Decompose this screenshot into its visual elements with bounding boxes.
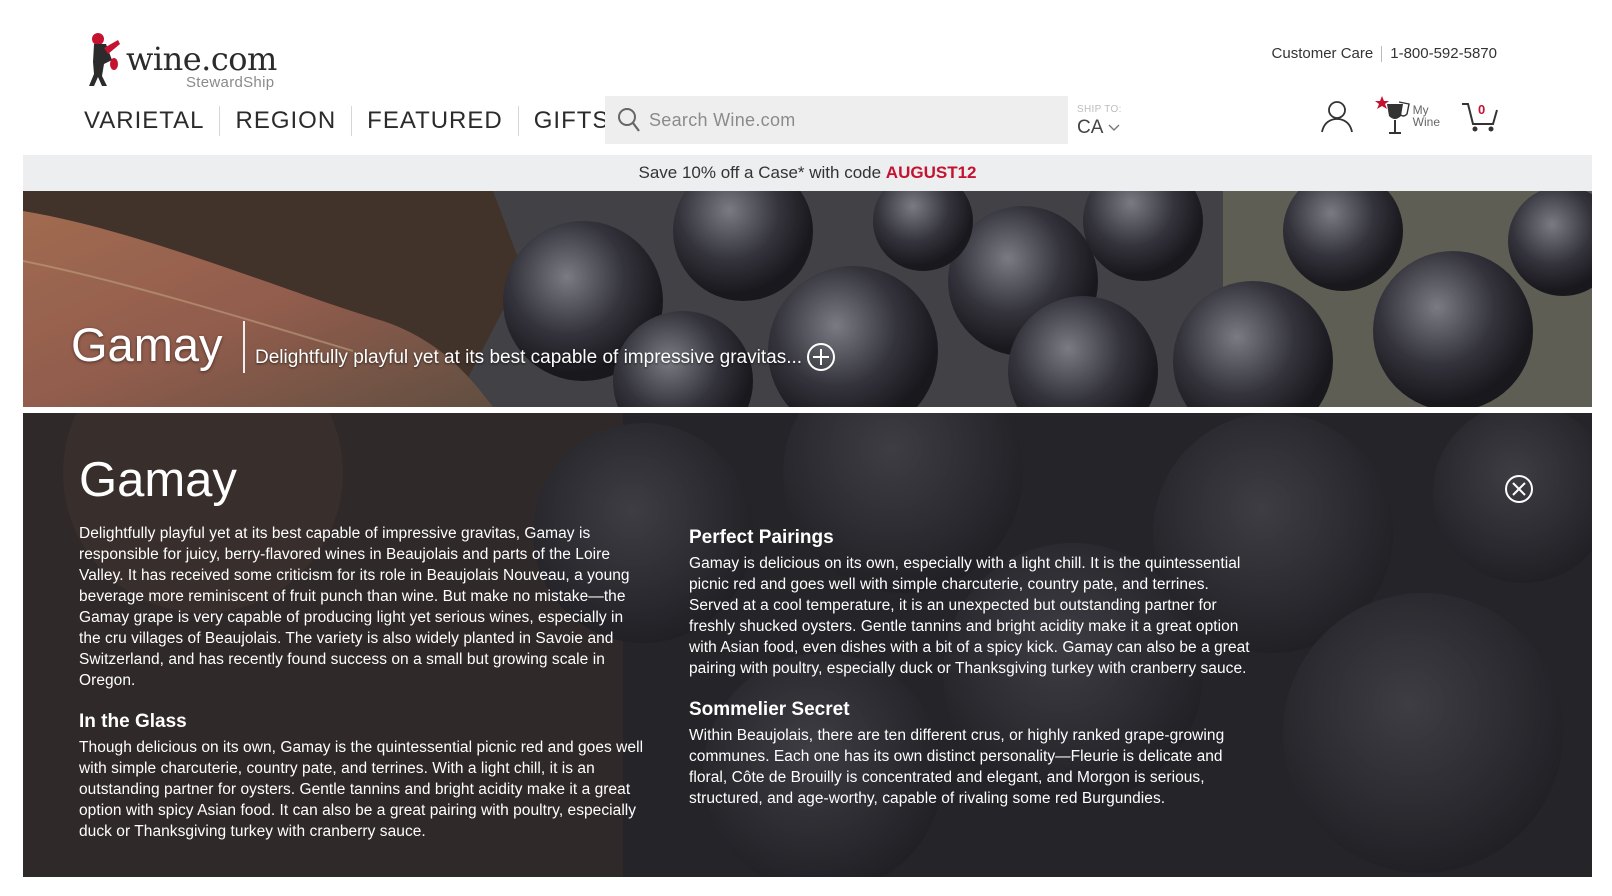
close-icon[interactable] bbox=[1504, 474, 1534, 504]
hero-tagline: Delightfully playful yet at its best cap… bbox=[255, 347, 803, 368]
my-wine-line2: Wine bbox=[1412, 115, 1440, 129]
search-bar bbox=[605, 96, 1068, 144]
logo-mascot-icon bbox=[89, 33, 120, 86]
panel-right-column: Perfect Pairings Gamay is delicious on i… bbox=[689, 527, 1255, 809]
promo-text: Save 10% off a Case* with code bbox=[638, 163, 882, 182]
ship-to-label: SHIP TO: bbox=[1077, 104, 1122, 115]
intro-text: Delightfully playful yet at its best cap… bbox=[79, 525, 630, 689]
ship-to-state: CA bbox=[1077, 117, 1104, 138]
header-icons: My Wine 0 bbox=[1319, 96, 1500, 136]
in-the-glass-heading: In the Glass bbox=[79, 711, 187, 732]
hero-banner: Gamay Delightfully playful yet at its be… bbox=[23, 191, 1592, 407]
in-the-glass-text: Though delicious on its own, Gamay is th… bbox=[79, 739, 644, 840]
main-nav: VARIETAL REGION FEATURED GIFTS bbox=[84, 104, 624, 138]
logo-text: wine.com bbox=[126, 40, 277, 78]
panel-title: Gamay bbox=[79, 453, 237, 507]
varietal-detail-panel: Gamay Delightfully playful yet at its be… bbox=[23, 413, 1592, 877]
expand-plus-icon[interactable] bbox=[805, 341, 837, 373]
grapes-background-image bbox=[23, 191, 1592, 407]
sommelier-secret-text: Within Beaujolais, there are ten differe… bbox=[689, 727, 1225, 807]
perfect-pairings-text: Gamay is delicious on its own, especiall… bbox=[689, 555, 1250, 677]
account-button[interactable] bbox=[1319, 98, 1355, 134]
ship-to-selector[interactable]: SHIP TO: CA bbox=[1077, 104, 1122, 139]
perfect-pairings-heading: Perfect Pairings bbox=[689, 527, 834, 548]
nav-region[interactable]: REGION bbox=[219, 106, 351, 136]
sommelier-secret-heading: Sommelier Secret bbox=[689, 699, 850, 720]
user-icon bbox=[1320, 101, 1353, 133]
promo-bar[interactable]: Save 10% off a Case* with code AUGUST12 bbox=[23, 155, 1592, 191]
divider bbox=[1381, 45, 1383, 62]
cart-count-badge: 0 bbox=[1478, 102, 1486, 117]
cart-button[interactable]: 0 bbox=[1460, 98, 1500, 134]
page: wine.com StewardShip Customer Care 1-800… bbox=[0, 0, 1612, 896]
hero-title: Gamay bbox=[71, 318, 223, 371]
promo-code: AUGUST12 bbox=[885, 163, 977, 182]
nav-featured[interactable]: FEATURED bbox=[351, 106, 518, 136]
search-icon bbox=[618, 108, 640, 132]
wine-com-logo[interactable]: wine.com StewardShip bbox=[84, 30, 294, 92]
my-wine-label: My Wine bbox=[1413, 104, 1440, 128]
my-wine-button[interactable]: My Wine bbox=[1374, 96, 1440, 136]
customer-care-bar: Customer Care 1-800-592-5870 bbox=[1272, 45, 1497, 62]
ship-to-value: CA bbox=[1077, 117, 1122, 139]
hero-divider bbox=[243, 321, 245, 373]
chevron-down-icon bbox=[1108, 124, 1120, 131]
phone-number[interactable]: 1-800-592-5870 bbox=[1390, 45, 1497, 62]
search-input[interactable] bbox=[649, 109, 1049, 131]
customer-care-link[interactable]: Customer Care bbox=[1272, 45, 1374, 62]
logo-subtext: StewardShip bbox=[186, 74, 275, 91]
panel-left-column: Delightfully playful yet at its best cap… bbox=[79, 523, 645, 842]
nav-varietal[interactable]: VARIETAL bbox=[84, 106, 219, 136]
wine-glasses-icon bbox=[1374, 96, 1410, 134]
